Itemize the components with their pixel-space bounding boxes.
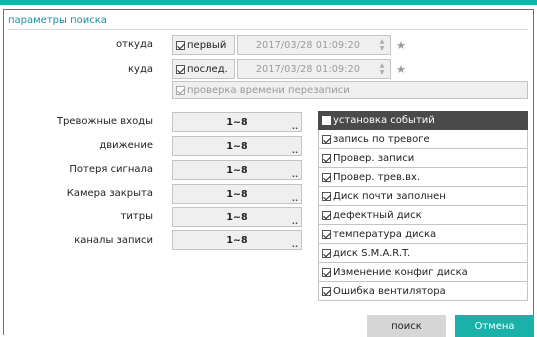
event-check-icon [322, 191, 331, 201]
event-item-disk-almost-full[interactable]: Диск почти заполнен [318, 187, 528, 206]
from-datetime-field[interactable]: 2017/03/28 01:09:20 ▲ ▼ [237, 35, 391, 55]
event-check-icon [322, 153, 331, 163]
search-button[interactable]: поиск [367, 315, 446, 337]
verify-overwrite-checkbox[interactable]: проверка времени перезаписи [172, 81, 528, 99]
event-label: запись по тревоге [333, 133, 430, 145]
selector-text[interactable]: 1~8 .. [172, 207, 302, 227]
selector-value: 1~8 [226, 164, 248, 176]
selector-motion[interactable]: 1~8 .. [172, 136, 302, 156]
selector-value: 1~8 [226, 140, 248, 152]
more-icon: .. [291, 217, 298, 226]
selector-label-camera-tamper: Камера закрыта [66, 188, 153, 199]
event-label: Изменение конфиг диска [333, 266, 468, 278]
from-label: откуда [116, 39, 153, 50]
selector-label-record-channels: каналы записи [74, 235, 153, 246]
event-label: установка событий [333, 115, 435, 126]
event-item-alarm-record[interactable]: запись по тревоге [318, 130, 528, 149]
event-item-fan-error[interactable]: Ошибка вентилятора [318, 282, 528, 301]
from-calendar-star-icon[interactable]: ★ [393, 35, 409, 55]
event-item-disk-bad[interactable]: дефектный диск [318, 206, 528, 225]
more-icon: .. [291, 240, 298, 249]
to-datetime-value: 2017/03/28 01:09:20 [255, 63, 361, 75]
selector-label-video-loss: Потеря сигнала [69, 164, 153, 175]
from-mode-check-icon [176, 40, 185, 50]
event-label: дефектный диск [333, 209, 422, 221]
from-mode-checkbox[interactable]: первый [172, 35, 235, 55]
title-divider [8, 29, 528, 30]
event-label: температура диска [333, 228, 437, 240]
top-accent-bar [0, 0, 537, 5]
event-item-set-events[interactable]: установка событий [318, 111, 528, 130]
event-check-icon [322, 116, 331, 125]
selector-record-channels[interactable]: 1~8 .. [172, 230, 302, 250]
verify-overwrite-label: проверка времени перезаписи [187, 84, 350, 96]
event-item-disk-config-change[interactable]: Изменение конфиг диска [318, 263, 528, 282]
event-label: Провер. записи [333, 152, 415, 164]
from-mode-label: первый [187, 39, 227, 51]
event-check-icon [322, 210, 331, 220]
to-calendar-star-icon[interactable]: ★ [393, 59, 409, 79]
selector-value: 1~8 [226, 211, 248, 223]
selector-camera-tamper[interactable]: 1~8 .. [172, 184, 302, 204]
event-label: Диск почти заполнен [333, 190, 446, 202]
event-label: Ошибка вентилятора [333, 285, 446, 297]
dialog-title: параметры поиска [8, 15, 107, 26]
selector-video-loss[interactable]: 1~8 .. [172, 160, 302, 180]
more-icon: .. [291, 122, 298, 131]
selector-value: 1~8 [226, 188, 248, 200]
selector-label-text: титры [120, 211, 153, 222]
event-label: диск S.M.A.R.T. [333, 247, 411, 259]
event-item-alarm-in-check[interactable]: Провер. трев.вх. [318, 168, 528, 187]
event-check-icon [322, 134, 331, 144]
event-check-icon [322, 248, 331, 258]
event-check-icon [322, 267, 331, 277]
selector-alarm-inputs[interactable]: 1~8 .. [172, 112, 302, 132]
event-check-icon [322, 286, 331, 296]
event-item-record-check[interactable]: Провер. записи [318, 149, 528, 168]
event-item-disk-temperature[interactable]: температура диска [318, 225, 528, 244]
selector-label-alarm-inputs: Тревожные входы [56, 116, 153, 127]
more-icon: .. [291, 146, 298, 155]
to-mode-check-icon [176, 64, 185, 74]
more-icon: .. [291, 194, 298, 203]
from-datetime-value: 2017/03/28 01:09:20 [255, 39, 361, 51]
event-item-disk-smart[interactable]: диск S.M.A.R.T. [318, 244, 528, 263]
event-type-list: установка событий запись по тревоге Пров… [318, 111, 528, 301]
to-label: куда [128, 64, 153, 75]
event-check-icon [322, 172, 331, 182]
from-spinner-icon[interactable]: ▲ ▼ [378, 38, 386, 52]
event-check-icon [322, 229, 331, 239]
event-label: Провер. трев.вх. [333, 171, 421, 183]
to-datetime-field[interactable]: 2017/03/28 01:09:20 ▲ ▼ [237, 59, 391, 79]
verify-check-icon [176, 85, 185, 95]
selector-label-motion: движение [99, 140, 153, 151]
selector-value: 1~8 [226, 116, 248, 128]
cancel-button[interactable]: Отмена [455, 315, 534, 337]
to-mode-checkbox[interactable]: послед. [172, 59, 235, 79]
selector-value: 1~8 [226, 234, 248, 246]
more-icon: .. [291, 170, 298, 179]
to-mode-label: послед. [187, 63, 228, 75]
to-spinner-icon[interactable]: ▲ ▼ [378, 62, 386, 76]
